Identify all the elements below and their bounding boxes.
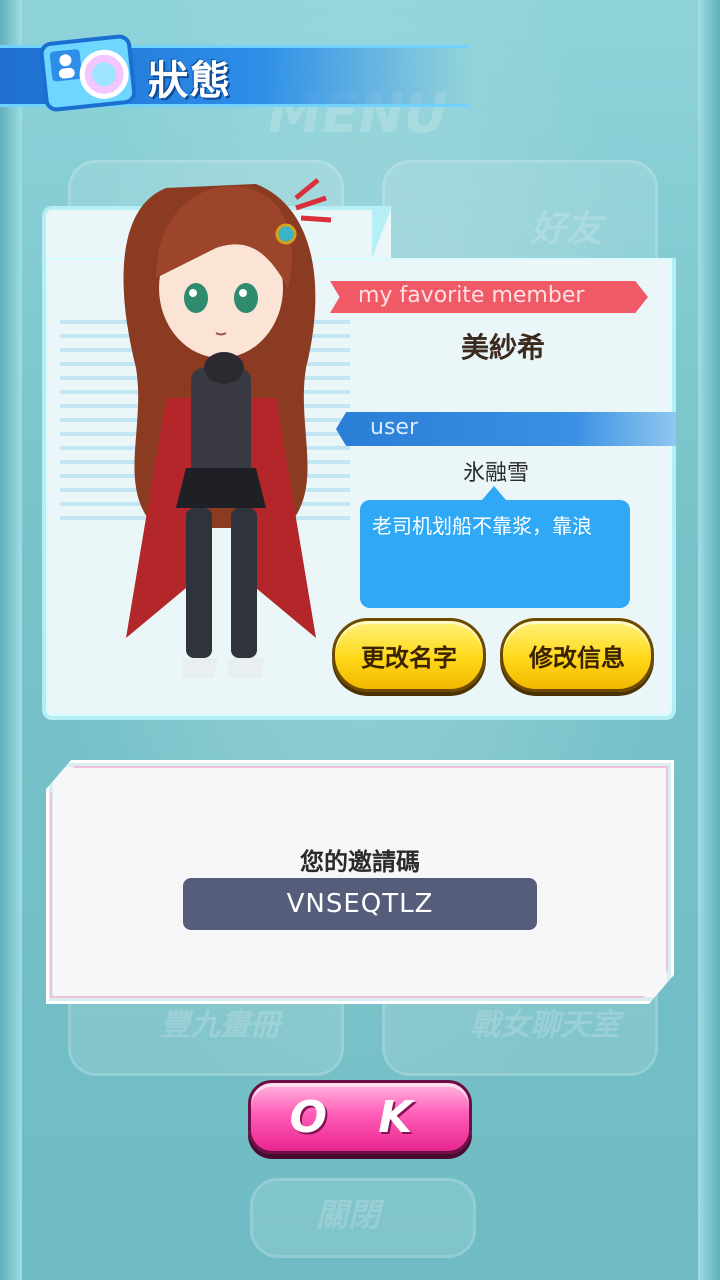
invite-code-label: 您的邀請碼 bbox=[300, 848, 420, 876]
profile-panel-tab-edge bbox=[372, 206, 392, 258]
bg-menu-word: 戰女聊天室 bbox=[470, 1008, 620, 1043]
rename-button[interactable]: 更改名字 bbox=[332, 618, 486, 692]
bg-menu-word: 豐九畫冊 bbox=[160, 1008, 280, 1043]
user-message-bubble[interactable]: 老司机划船不靠浆，靠浪 bbox=[360, 500, 630, 608]
page-title: 狀態 bbox=[148, 58, 232, 104]
bg-menu-word: 好友 bbox=[530, 209, 603, 250]
favorite-member-label: my favorite member bbox=[358, 283, 585, 308]
message-bubble-tail bbox=[482, 486, 506, 500]
invite-code-field[interactable]: VNSEQTLZ bbox=[183, 878, 537, 930]
favorite-member-avatar bbox=[123, 178, 332, 678]
bg-menu-word: 關閉 bbox=[316, 1196, 381, 1234]
frame-edge-left bbox=[0, 0, 22, 1280]
user-name: 氷融雪 bbox=[462, 461, 529, 486]
ok-button[interactable]: O K bbox=[248, 1080, 472, 1154]
favorite-member-name: 美紗希 bbox=[460, 331, 545, 364]
profile-card-icon bbox=[36, 29, 140, 119]
edit-info-button[interactable]: 修改信息 bbox=[500, 618, 654, 692]
frame-edge-right bbox=[698, 0, 720, 1280]
user-label: user bbox=[370, 415, 418, 440]
